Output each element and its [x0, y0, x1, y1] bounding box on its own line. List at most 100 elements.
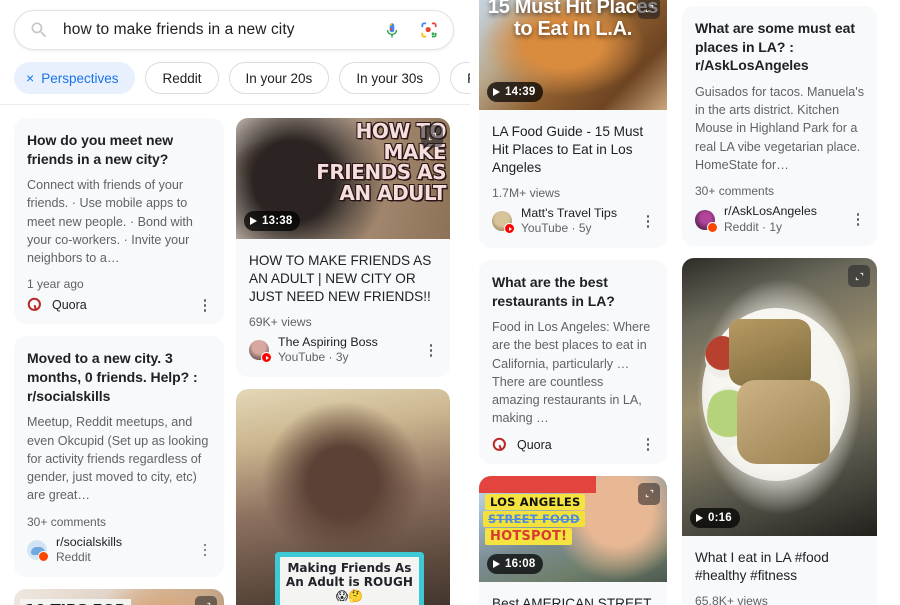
card-meta: 1 year ago: [27, 277, 84, 292]
youtube-badge-icon: [261, 352, 272, 364]
play-icon: [250, 217, 257, 225]
results-column-2: HOW TO MAKE FRIENDS AS AN ADULT 13:38 HO…: [236, 118, 450, 605]
source-platform: Reddit: [56, 550, 91, 565]
source-row[interactable]: r/AskLosAngeles Reddit · 1y: [695, 204, 864, 235]
search-bar[interactable]: how to make friends in a new city: [14, 10, 454, 50]
source-name: r/AskLosAngeles: [724, 204, 817, 219]
expand-icon[interactable]: [848, 265, 870, 288]
overlay-line: 10 TIPS FOR: [20, 598, 132, 605]
duration-text: 14:39: [505, 86, 536, 98]
result-card-quora-meet-friends[interactable]: How do you meet new friends in a new cit…: [14, 118, 224, 325]
video-duration-badge: 16:08: [487, 553, 544, 574]
video-duration-badge: 13:38: [244, 211, 301, 231]
card-meta: 30+ comments: [695, 184, 775, 199]
video-thumbnail[interactable]: 15 Must Hit Places to Eat In L.A. 14:39: [479, 0, 667, 110]
card-meta: 30+ comments: [27, 514, 107, 529]
expand-icon[interactable]: [195, 595, 217, 605]
source-row[interactable]: Quora: [492, 437, 654, 453]
thumbnail-art: [728, 319, 811, 387]
more-options-icon[interactable]: [640, 437, 656, 453]
more-options-icon[interactable]: [423, 342, 439, 358]
view-count: 65.8K+ views: [695, 594, 768, 605]
card-title: What are some must eat places in LA? : r…: [695, 20, 855, 74]
result-card-what-i-eat-in-la[interactable]: 0:16 What I eat in LA #food #healthy #fi…: [682, 258, 877, 605]
divider: [0, 104, 470, 105]
duration-text: 13:38: [262, 215, 293, 227]
view-count: 69K+ views: [249, 314, 312, 329]
more-options-icon[interactable]: [640, 213, 656, 229]
video-thumbnail[interactable]: 0:16: [682, 258, 877, 537]
avatar: [249, 340, 272, 364]
video-thumbnail[interactable]: 10 TIPS FOR MAKING FRIENDS IN A NEW CITY: [14, 588, 224, 605]
expand-icon[interactable]: [421, 125, 443, 147]
filter-chips: × Perspectives Reddit In your 20s In you…: [14, 62, 470, 94]
avatar: [27, 540, 49, 563]
expand-icon[interactable]: [638, 482, 660, 505]
search-icon: [31, 22, 47, 38]
chip-label: Female: [467, 71, 470, 86]
source-row[interactable]: Matt's Travel Tips YouTube · 5y: [492, 206, 654, 237]
result-card-quora-best-restaurants[interactable]: What are the best restaurants in LA? Foo…: [479, 259, 667, 464]
source-row[interactable]: r/socialskills Reddit: [27, 535, 211, 566]
result-card-reddit-socialskills[interactable]: Moved to a new city. 3 months, 0 friends…: [14, 336, 224, 577]
video-thumbnail[interactable]: HOW TO MAKE FRIENDS AS AN ADULT 13:38: [236, 118, 450, 239]
result-card-making-friends-adult-video[interactable]: Making Friends As An Adult is ROUGH 😱🤔: [236, 388, 450, 605]
card-title: What I eat in LA #food #healthy #fitness: [695, 550, 829, 584]
chip-reddit[interactable]: Reddit: [145, 62, 219, 94]
chip-label: Perspectives: [41, 70, 119, 86]
duration-text: 0:16: [708, 512, 732, 525]
chip-female[interactable]: Female: [450, 62, 470, 94]
thumbnail-overlay-text: 10 TIPS FOR MAKING FRIENDS IN A NEW CITY: [20, 598, 142, 605]
microphone-icon[interactable]: [383, 19, 401, 41]
overlay-line: LOS ANGELES: [485, 493, 586, 510]
chip-label: In your 20s: [245, 70, 313, 86]
close-icon[interactable]: ×: [26, 71, 34, 85]
chip-in-your-30s[interactable]: In your 30s: [339, 62, 441, 94]
youtube-badge-icon: [504, 223, 515, 235]
source-row[interactable]: The Aspiring Boss YouTube · 3y: [249, 335, 437, 366]
result-card-youtube-make-friends-adult[interactable]: HOW TO MAKE FRIENDS AS AN ADULT 13:38 HO…: [236, 118, 450, 377]
source-name: Quora: [517, 437, 552, 452]
play-icon: [696, 514, 703, 523]
thumbnail-art: [736, 380, 831, 464]
card-snippet: Connect with friends of your friends. · …: [27, 178, 193, 266]
channel-name: Matt's Travel Tips: [521, 205, 618, 220]
more-options-icon[interactable]: [197, 297, 213, 313]
source-platform: Reddit · 1y: [724, 219, 783, 234]
view-count: 1.7M+ views: [492, 185, 561, 200]
search-query-text[interactable]: how to make friends in a new city: [63, 21, 383, 39]
overlay-line: STREET FOOD: [483, 510, 585, 527]
results-column-1: How do you meet new friends in a new cit…: [14, 118, 224, 605]
thumbnail-overlay-text: Making Friends As An Adult is ROUGH 😱🤔: [274, 552, 425, 605]
video-thumbnail[interactable]: LOS ANGELES STREET FOOD HOTSPOT! 16:08: [479, 475, 667, 582]
quora-icon: [27, 298, 41, 312]
video-thumbnail[interactable]: Making Friends As An Adult is ROUGH 😱🤔: [236, 388, 450, 605]
overlay-line: HOTSPOT!: [485, 527, 573, 545]
google-lens-icon[interactable]: [419, 20, 439, 40]
result-card-la-food-guide[interactable]: 15 Must Hit Places to Eat In L.A. 14:39 …: [479, 0, 667, 248]
chip-label: Reddit: [162, 70, 202, 86]
source-row[interactable]: Quora: [27, 297, 211, 313]
channel-name: The Aspiring Boss: [278, 334, 378, 349]
card-title: How do you meet new friends in a new cit…: [27, 132, 174, 167]
more-options-icon[interactable]: [197, 542, 213, 558]
more-options-icon[interactable]: [850, 212, 866, 228]
left-pane: how to make friends in a new city × Pers…: [0, 0, 470, 605]
result-card-10-tips-video[interactable]: 10 TIPS FOR MAKING FRIENDS IN A NEW CITY: [14, 588, 224, 605]
expand-icon[interactable]: [638, 0, 660, 19]
card-snippet: Guisados for tacos. Manuela's in the art…: [695, 84, 865, 172]
result-card-american-street-food[interactable]: LOS ANGELES STREET FOOD HOTSPOT! 16:08 B…: [479, 475, 667, 605]
thumbnail-banner: [479, 475, 596, 493]
chip-label: In your 30s: [356, 70, 424, 86]
result-card-reddit-asklosangeles[interactable]: What are some must eat places in LA? : r…: [682, 6, 877, 247]
video-duration-badge: 14:39: [487, 82, 544, 102]
play-icon: [493, 559, 500, 568]
thumbnail-overlay-text: 15 Must Hit Places to Eat In L.A.: [487, 0, 659, 41]
chip-in-your-20s[interactable]: In your 20s: [228, 62, 330, 94]
results-column-3: 15 Must Hit Places to Eat In L.A. 14:39 …: [479, 0, 667, 605]
search-results-page: how to make friends in a new city × Pers…: [0, 0, 900, 605]
card-title: LA Food Guide - 15 Must Hit Places to Ea…: [492, 124, 644, 175]
chip-perspectives[interactable]: × Perspectives: [14, 62, 136, 94]
card-snippet: Food in Los Angeles: Where are the best …: [492, 320, 651, 426]
source-name: Quora: [52, 298, 87, 313]
